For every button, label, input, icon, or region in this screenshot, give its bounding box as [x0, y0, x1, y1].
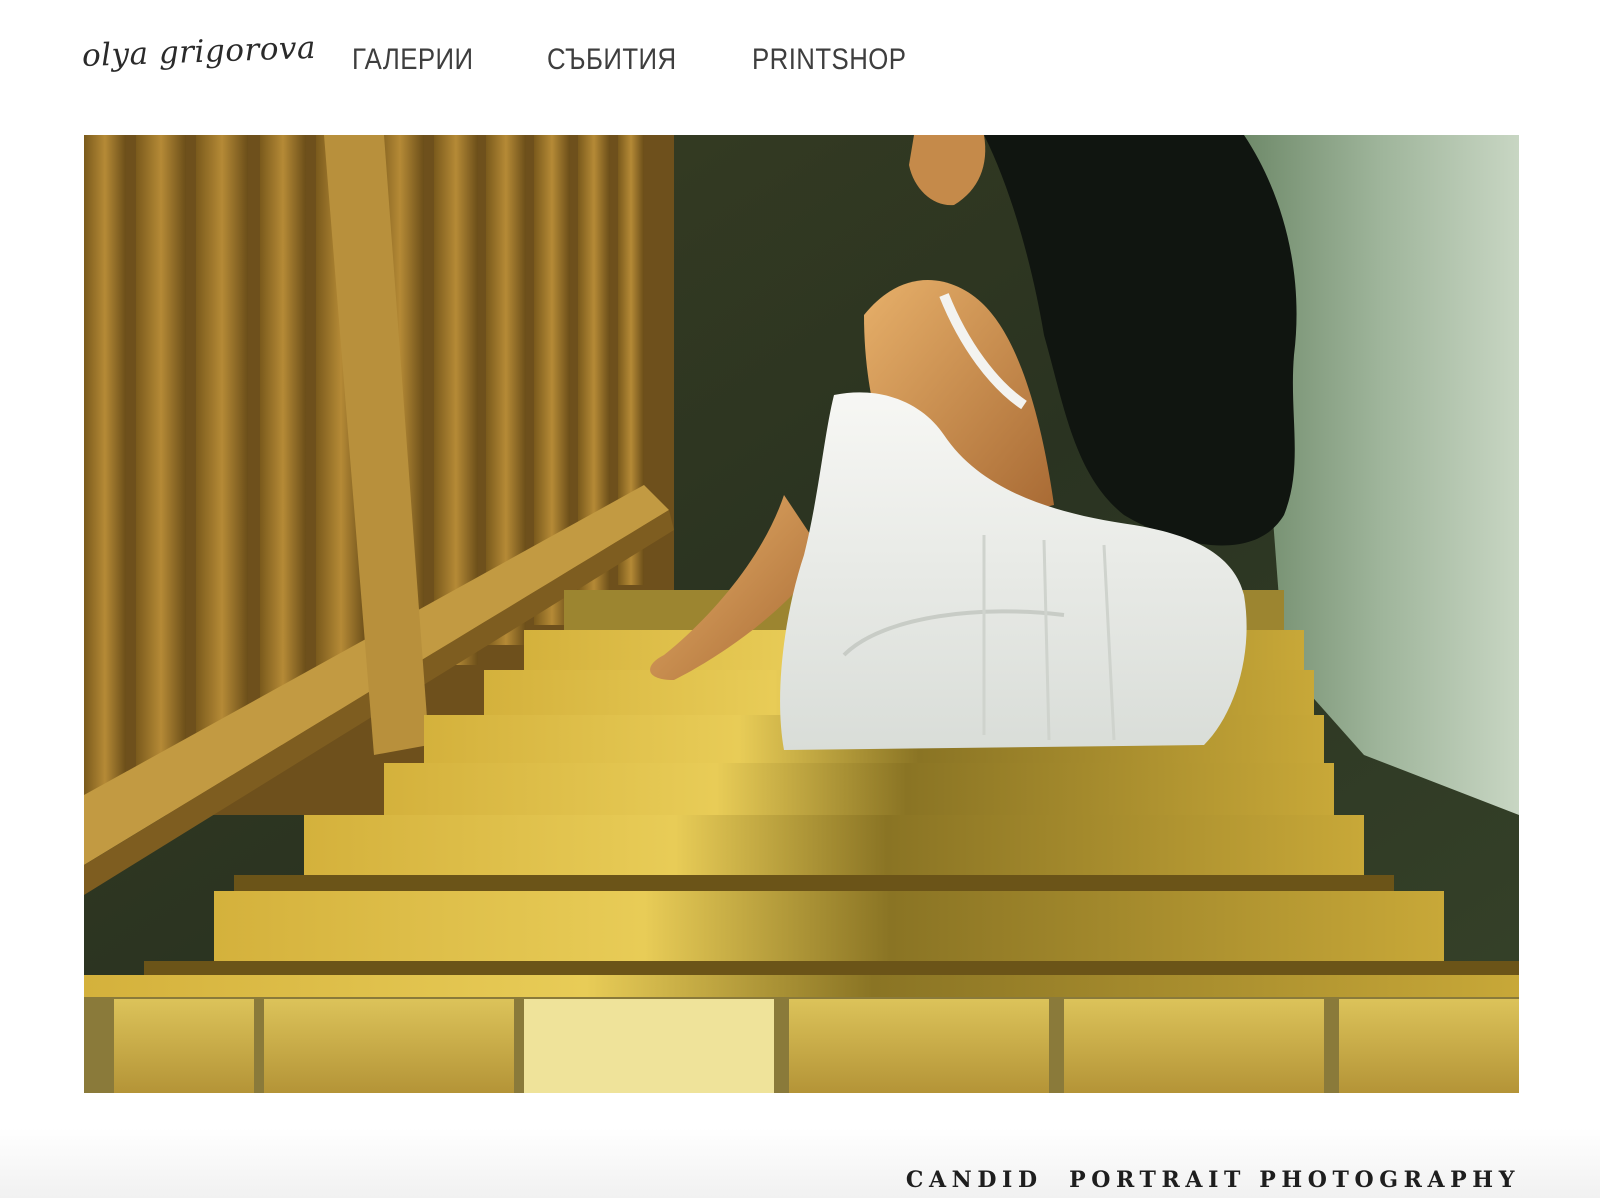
site-logo[interactable]: olya grigorova [81, 30, 316, 74]
nav-item-galleries[interactable]: ГАЛЕРИИ [352, 40, 473, 80]
hero-photo-illustration [84, 135, 1519, 1093]
site-tagline: CANDID PORTRAIT PHOTOGRAPHY [905, 1167, 1520, 1193]
hero-photo [84, 135, 1519, 1093]
bottom-slats [84, 997, 1519, 1093]
site-header: olya grigorova ГАЛЕРИИ СЪБИТИЯ PRINTSHOP [0, 0, 1600, 130]
nav-item-printshop[interactable]: PRINTSHOP [752, 40, 906, 80]
main-nav: ГАЛЕРИИ СЪБИТИЯ PRINTSHOP [352, 40, 931, 80]
nav-item-events[interactable]: СЪБИТИЯ [547, 40, 677, 80]
